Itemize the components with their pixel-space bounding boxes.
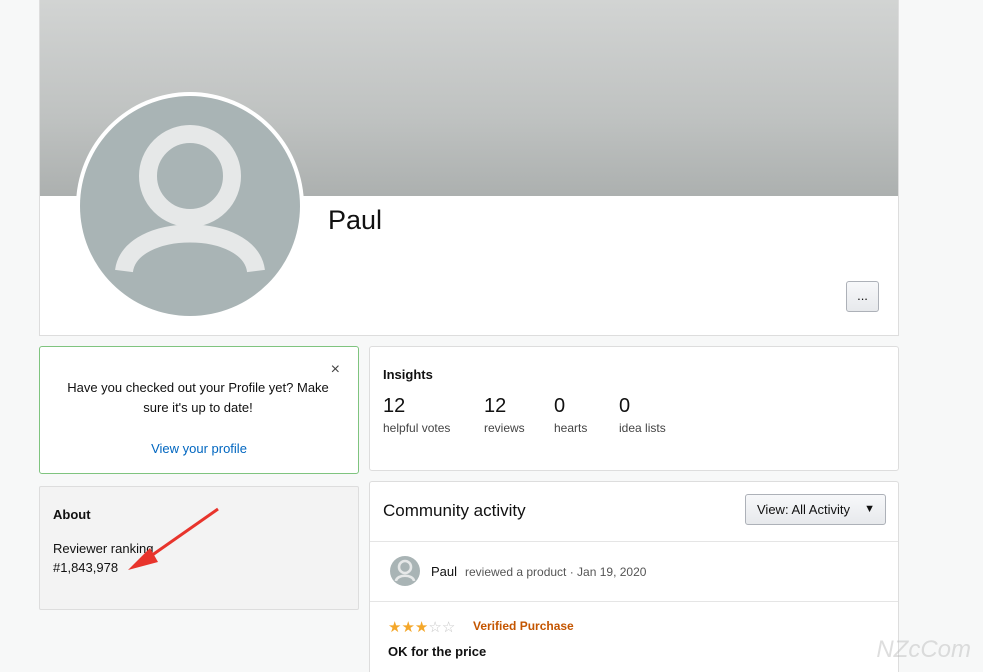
divider: [370, 601, 898, 602]
stat-helpful-votes: 12 helpful votes: [383, 395, 450, 435]
review-title[interactable]: OK for the price: [388, 644, 486, 659]
reviewer-ranking-value: #1,843,978: [53, 560, 119, 575]
profile-card: Paul ...: [39, 0, 899, 336]
view-select-label: View:: [757, 502, 789, 517]
stat-reviews: 12 reviews: [484, 395, 525, 435]
view-profile-link[interactable]: View your profile: [40, 441, 358, 456]
star-empty-icon: ☆: [441, 619, 456, 636]
chevron-down-icon: ▼: [864, 503, 875, 515]
activity-title: Community activity: [383, 501, 526, 520]
view-select-value: All Activity: [791, 502, 850, 517]
insights-panel: Insights 12 helpful votes 12 reviews 0 h…: [369, 346, 899, 471]
more-options-button[interactable]: ...: [846, 281, 879, 312]
insights-title: Insights: [383, 367, 433, 382]
star-filled-icon: ★: [401, 619, 415, 636]
divider: [370, 541, 898, 542]
profile-notice: × Have you checked out your Profile yet?…: [39, 346, 359, 474]
activity-avatar[interactable]: [390, 556, 420, 586]
stat-label: hearts: [554, 421, 588, 435]
community-activity-panel: Community activity View: All Activity ▼ …: [369, 481, 899, 672]
stat-label: idea lists: [619, 421, 666, 435]
user-silhouette-icon: [115, 125, 265, 274]
profile-name: Paul: [328, 205, 383, 235]
verified-purchase-badge: Verified Purchase: [473, 619, 574, 633]
stat-hearts: 0 hearts: [554, 395, 587, 435]
star-empty-icon: ☆: [428, 619, 442, 636]
stat-value: 12: [383, 395, 406, 417]
user-silhouette-icon: [394, 559, 416, 582]
star-filled-icon: ★: [388, 619, 402, 636]
stat-value: 0: [619, 395, 631, 417]
stat-label: reviews: [484, 421, 525, 435]
avatar[interactable]: [80, 96, 300, 316]
close-icon[interactable]: ×: [331, 361, 340, 379]
star-filled-icon: ★: [414, 619, 429, 636]
notice-text: Have you checked out your Profile yet? M…: [67, 380, 329, 415]
stat-value: 12: [484, 395, 507, 417]
stat-value: 0: [554, 395, 566, 417]
activity-view-select[interactable]: View: All Activity ▼: [745, 494, 886, 525]
stat-idea-lists: 0 idea lists: [619, 395, 666, 435]
activity-meta: reviewed a product · Jan 19, 2020: [465, 565, 647, 579]
avatar-ring: [76, 92, 304, 320]
activity-user-name[interactable]: Paul: [431, 564, 457, 579]
about-title: About: [53, 507, 91, 522]
star-rating: ★★★☆☆: [388, 618, 455, 636]
annotation-arrow-icon: [128, 507, 219, 570]
stat-label: helpful votes: [383, 421, 451, 435]
watermark: NZcCom: [876, 636, 971, 663]
